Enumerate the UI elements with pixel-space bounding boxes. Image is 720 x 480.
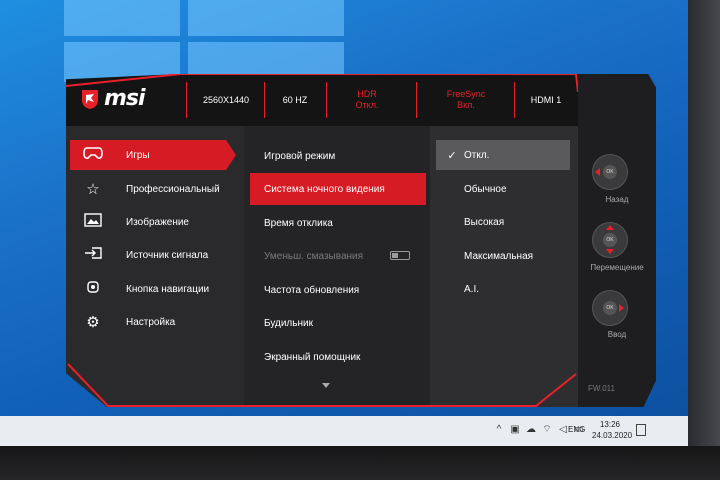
menu-item-gaming[interactable]: Игры [70,140,236,170]
submenu: Игровой режим Система ночного видения Вр… [244,126,430,407]
scroll-down-icon[interactable] [322,383,330,388]
hdr-label: HDR [357,89,377,99]
resolution-status: 2560X1440 [202,94,250,105]
option-label: Максимальная [464,250,534,262]
network-icon[interactable]: ▣ [510,424,520,436]
notification-icon[interactable] [636,424,646,436]
taskbar: ^ ▣ ☁ ⌔ ◁ ▭ ENG 13:26 24.03.2020 [0,416,688,446]
option-normal[interactable]: Обычное [436,174,570,204]
volume-icon[interactable]: ◁ [558,424,568,436]
language-indicator[interactable]: ENG [568,425,585,434]
input-status: HDMI 1 [530,94,562,105]
submenu-item-refresh-rate[interactable]: Частота обновления [250,274,426,306]
clock[interactable]: 13:26 24.03.2020 [592,419,633,441]
nav-move-label: Перемещение [590,263,644,272]
submenu-item-response-time[interactable]: Время отклика [250,207,426,239]
nav-enter-button: OK [592,290,628,326]
arrow-up-icon [606,225,614,230]
gamepad-icon [82,146,104,164]
cloud-icon[interactable]: ☁ [526,424,536,436]
main-menu: Игры ☆ Профессиональный Изображение Исто… [66,126,244,407]
submenu-item-screen-assistance[interactable]: Экранный помощник [250,341,426,373]
input-source-icon [82,246,104,264]
menu-item-label: Настройка [126,316,176,328]
freesync-value: Вкл. [457,100,475,110]
image-icon [82,213,104,231]
arrow-left-icon [595,168,600,176]
option-maximum[interactable]: Максимальная [436,241,570,271]
freesync-label: FreeSync [446,89,486,99]
nav-enter-label: Ввод [607,330,627,339]
navigation-key-icon [82,279,104,299]
hdr-value: Откл. [355,100,379,110]
menu-item-navigation-key[interactable]: Кнопка навигации [70,274,236,304]
submenu-item-motion-blur: Уменьш. смазывания [250,240,426,272]
toggle-switch [390,251,410,260]
nav-move-button: OK [592,222,628,258]
msi-logo: msi [80,86,146,111]
dragon-shield-icon [82,89,98,109]
menu-item-label: Профессиональный [126,183,220,195]
option-label: A.I. [464,283,480,295]
option-ai[interactable]: A.I. [436,274,570,304]
ok-button-icon: OK [603,301,617,315]
wifi-icon[interactable]: ⌔ [542,424,552,436]
chevron-up-icon[interactable]: ^ [494,424,504,436]
brand-name: msi [104,86,146,111]
ok-button-icon: OK [603,165,617,179]
option-list: ✓ Откл. Обычное Высокая Максимальная A.I… [430,126,578,407]
menu-item-label: Изображение [126,216,189,228]
windows-logo-wallpaper [64,0,354,82]
option-label: Обычное [464,183,507,195]
nav-back-label: Назад [605,195,629,204]
menu-item-professional[interactable]: ☆ Профессиональный [70,174,236,204]
ok-button-icon: OK [603,233,617,247]
submenu-item-night-vision[interactable]: Система ночного видения [250,173,426,205]
clock-date: 24.03.2020 [592,431,633,440]
menu-item-settings[interactable]: ⚙ Настройка [70,307,236,337]
menu-item-input-source[interactable]: Источник сигнала [70,240,236,270]
submenu-item-alarm-clock[interactable]: Будильник [250,307,426,339]
hdr-status: HDR Откл. [332,74,402,126]
submenu-item-game-mode[interactable]: Игровой режим [250,140,426,172]
clock-time: 13:26 [599,420,621,429]
osd-status-bar: msi 2560X1440 60 HZ HDR Откл. FreeSync В… [66,74,578,126]
submenu-item-label: Уменьш. смазывания [264,250,364,262]
freesync-status: FreeSync Вкл. [426,74,506,126]
star-icon: ☆ [86,181,100,198]
osd-nav-panel: OK Назад OK Перемещение OK Ввод FW.011 [578,74,656,407]
arrow-right-icon [619,304,624,312]
nav-back-button: OK [592,154,628,190]
option-label: Откл. [464,149,490,161]
option-label: Высокая [464,216,505,228]
gear-icon: ⚙ [86,314,100,331]
option-off[interactable]: ✓ Откл. [436,140,570,170]
menu-item-label: Игры [126,149,150,161]
firmware-version: FW.011 [588,384,615,393]
menu-item-label: Кнопка навигации [126,283,210,295]
menu-item-image[interactable]: Изображение [70,207,236,237]
osd-menu: OK Назад OK Перемещение OK Ввод FW.011 m… [66,74,656,407]
arrow-down-icon [606,249,614,254]
checkmark-icon: ✓ [447,149,457,162]
refresh-status: 60 HZ [282,94,308,105]
option-high[interactable]: Высокая [436,207,570,237]
monitor-bezel-bottom [0,446,720,480]
menu-item-label: Источник сигнала [126,249,209,261]
monitor-bezel-right [688,0,720,480]
